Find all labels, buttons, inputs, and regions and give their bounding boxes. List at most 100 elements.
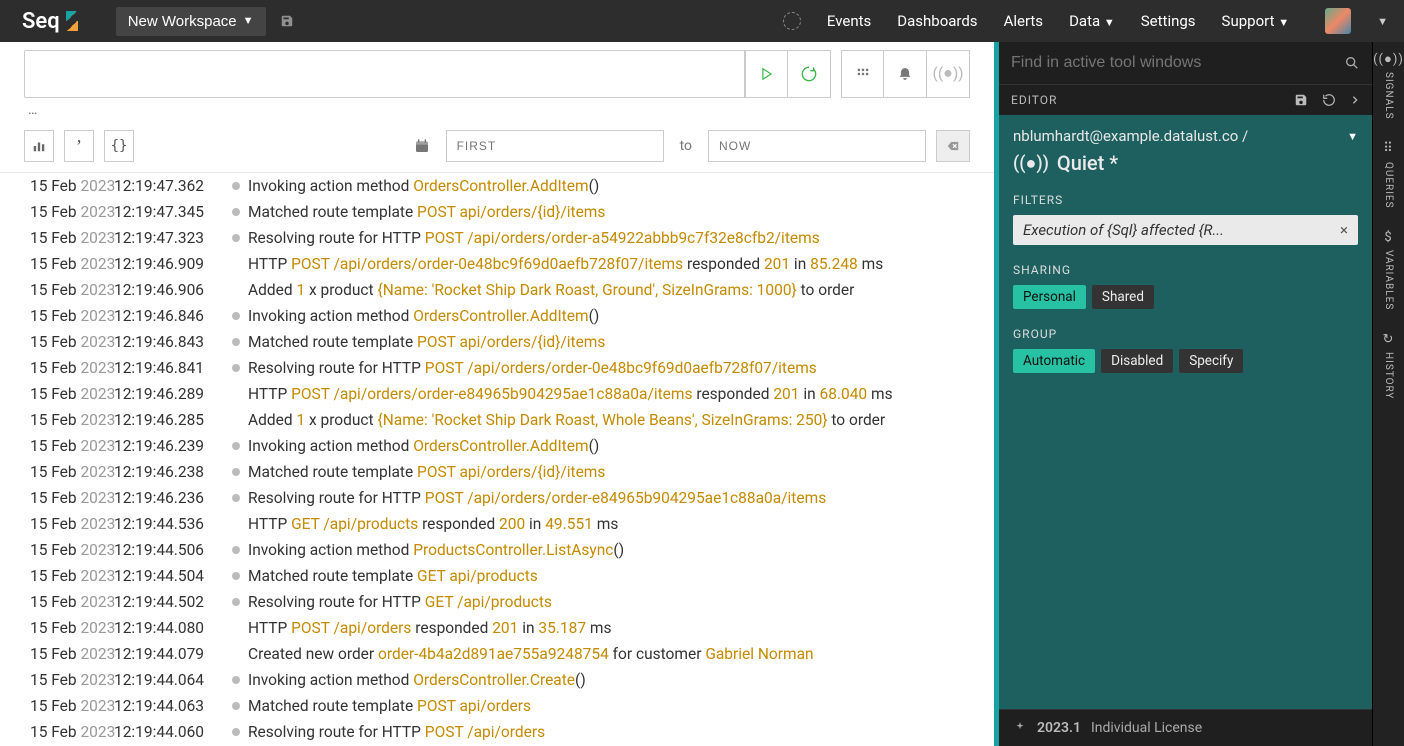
run-button[interactable] [745,50,788,98]
nav-settings[interactable]: Settings [1141,12,1196,30]
stream-button[interactable]: ((●)) [927,50,970,98]
chevron-right-icon[interactable] [1350,93,1360,107]
clear-range-button[interactable] [936,130,970,162]
columns-button[interactable] [841,50,884,98]
sharing-chip-personal[interactable]: Personal [1013,285,1086,309]
event-row[interactable]: 15 Feb 202312:19:44.506Invoking action m… [0,537,994,563]
event-row[interactable]: 15 Feb 202312:19:46.841Resolving route f… [0,355,994,381]
rail-history[interactable]: ↻HISTORY [1382,332,1396,399]
event-row[interactable]: 15 Feb 202312:19:44.080HTTP POST /api/or… [0,615,994,641]
logo[interactable]: Seq [22,9,78,34]
event-level-dot [224,227,248,242]
chart-button[interactable] [24,130,54,162]
event-row[interactable]: 15 Feb 202312:19:47.345Matched route tem… [0,199,994,225]
remove-filter-icon[interactable]: × [1340,221,1348,239]
topbar: Seq New Workspace ▼ Events Dashboards Al… [0,0,1404,42]
event-date: 15 Feb 2023 [30,695,114,717]
event-row[interactable]: 15 Feb 202312:19:44.079Created new order… [0,641,994,667]
rail-icon: ((●)) [1382,52,1396,66]
rail-variables[interactable]: $VARIABLES [1382,230,1396,310]
event-message: Matched route template POST api/orders/{… [248,201,994,223]
event-time: 12:19:46.841 [114,357,224,379]
range-to-label: to [674,138,698,154]
braces-button[interactable]: {} [104,130,134,162]
right-rail: ((●))SIGNALS ⠿QUERIES $VARIABLES ↻HISTORY [1372,42,1404,746]
event-date: 15 Feb 2023 [30,643,114,665]
save-icon[interactable] [1294,93,1308,107]
sparkle-icon[interactable] [1013,721,1027,735]
sharing-label: SHARING [1013,263,1358,277]
event-list[interactable]: 15 Feb 202312:19:47.362Invoking action m… [0,172,994,746]
workspace-dropdown[interactable]: New Workspace ▼ [116,7,266,36]
event-row[interactable]: 15 Feb 202312:19:46.238Matched route tem… [0,459,994,485]
event-message: Invoking action method OrdersController.… [248,305,994,327]
group-chip-disabled[interactable]: Disabled [1101,349,1173,373]
refresh-button[interactable] [788,50,831,98]
event-date: 15 Feb 2023 [30,591,114,613]
nav-dashboards[interactable]: Dashboards [897,12,977,30]
rail-signals[interactable]: ((●))SIGNALS [1382,52,1396,120]
event-row[interactable]: 15 Feb 202312:19:46.289HTTP POST /api/or… [0,381,994,407]
calendar-icon[interactable] [414,138,436,154]
signal-name: ((●)) Quiet * [1013,151,1358,175]
filter-item[interactable]: Execution of {Sql} affected {R... × [1013,215,1358,245]
event-row[interactable]: 15 Feb 202312:19:47.362Invoking action m… [0,173,994,199]
chevron-down-icon[interactable]: ▼ [1377,15,1388,28]
event-row[interactable]: 15 Feb 202312:19:46.236Resolving route f… [0,485,994,511]
find-input[interactable] [1011,54,1344,72]
event-time: 12:19:47.323 [114,227,224,249]
event-row[interactable]: 15 Feb 202312:19:46.846Invoking action m… [0,303,994,329]
chevron-down-icon[interactable]: ▼ [1347,130,1358,143]
event-row[interactable]: 15 Feb 202312:19:44.063Matched route tem… [0,693,994,719]
event-row[interactable]: 15 Feb 202312:19:46.909HTTP POST /api/or… [0,251,994,277]
event-row[interactable]: 15 Feb 202312:19:46.843Matched route tem… [0,329,994,355]
avatar[interactable] [1325,8,1351,34]
search-icon[interactable] [1344,55,1360,71]
event-level-dot [224,695,248,710]
event-row[interactable]: 15 Feb 202312:19:44.502Resolving route f… [0,589,994,615]
query-input[interactable] [24,50,745,98]
quote-button[interactable]: ’ [64,130,94,162]
event-row[interactable]: 15 Feb 202312:19:46.906Added 1 x product… [0,277,994,303]
sharing-chips: PersonalShared [1013,285,1358,309]
event-level-dot [224,643,248,650]
event-row[interactable]: 15 Feb 202312:19:46.285Added 1 x product… [0,407,994,433]
event-date: 15 Feb 2023 [30,617,114,639]
event-level-dot [224,721,248,736]
event-message: HTTP GET /api/products responded 200 in … [248,513,994,535]
sharing-chip-shared[interactable]: Shared [1092,285,1154,309]
license-text: Individual License [1091,720,1202,736]
event-time: 12:19:44.502 [114,591,224,613]
event-row[interactable]: 15 Feb 202312:19:44.064Invoking action m… [0,667,994,693]
event-level-dot [224,435,248,450]
nav-support[interactable]: Support ▼ [1222,12,1290,30]
event-date: 15 Feb 2023 [30,357,114,379]
save-icon[interactable] [280,14,294,28]
undo-icon[interactable] [1322,93,1336,107]
nav-events[interactable]: Events [827,12,871,30]
theme-toggle-icon[interactable] [783,12,801,30]
range-now-input[interactable] [708,130,926,162]
event-message: Invoking action method OrdersController.… [248,435,994,457]
range-first-input[interactable] [446,130,664,162]
event-row[interactable]: 15 Feb 202312:19:44.536HTTP GET /api/pro… [0,511,994,537]
event-date: 15 Feb 2023 [30,409,114,431]
group-chip-automatic[interactable]: Automatic [1013,349,1095,373]
nav-data[interactable]: Data ▼ [1069,12,1115,30]
event-row[interactable]: 15 Feb 202312:19:46.239Invoking action m… [0,433,994,459]
event-date: 15 Feb 2023 [30,201,114,223]
event-time: 12:19:44.063 [114,695,224,717]
nav-alerts[interactable]: Alerts [1004,12,1044,30]
event-row[interactable]: 15 Feb 202312:19:44.504Matched route tem… [0,563,994,589]
editor-label: EDITOR [1011,93,1057,107]
event-row[interactable]: 15 Feb 202312:19:47.323Resolving route f… [0,225,994,251]
filters-label: FILTERS [1013,193,1358,207]
rail-queries[interactable]: ⠿QUERIES [1382,142,1396,209]
group-chip-specify[interactable]: Specify [1179,349,1243,373]
event-date: 15 Feb 2023 [30,227,114,249]
breadcrumb-ellipsis[interactable]: … [0,100,994,120]
alert-button[interactable] [884,50,927,98]
event-row[interactable]: 15 Feb 202312:19:44.060Resolving route f… [0,719,994,745]
event-time: 12:19:44.504 [114,565,224,587]
editor-header: EDITOR [999,85,1372,115]
